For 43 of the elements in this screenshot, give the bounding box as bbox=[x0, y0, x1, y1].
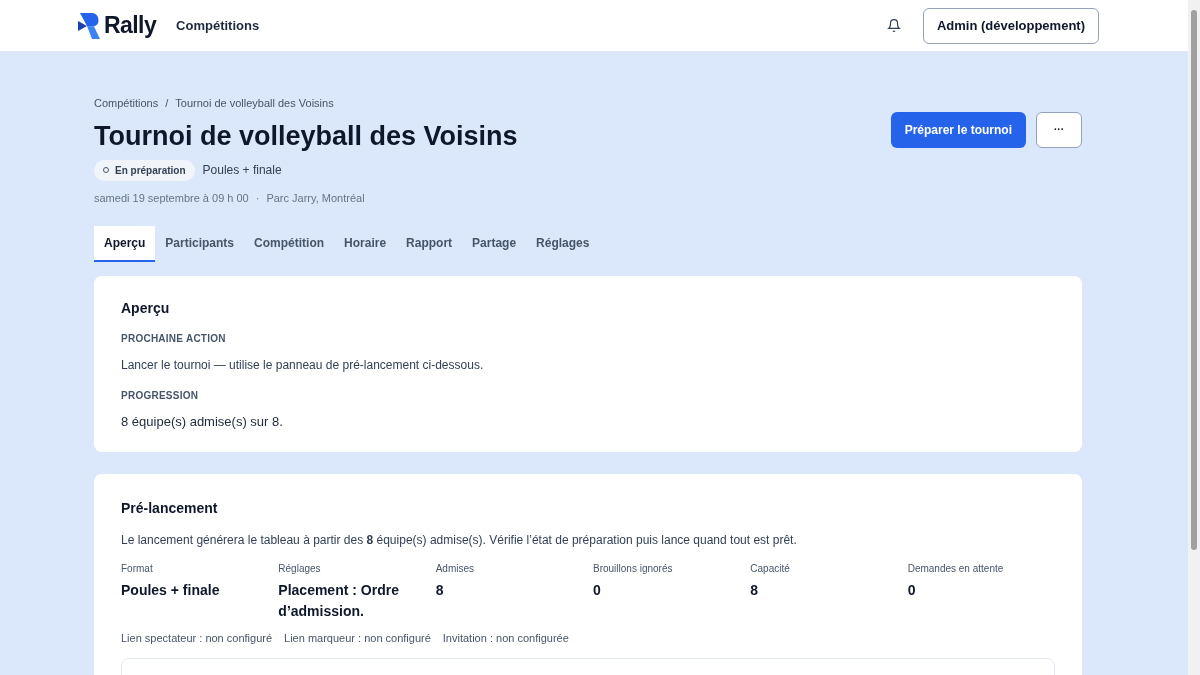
format-label: Poules + finale bbox=[202, 162, 282, 179]
section-label: PROCHAINE ACTION bbox=[121, 332, 227, 346]
page-title: Tournoi de volleyball des Voisins bbox=[94, 119, 519, 153]
meta-separator: · bbox=[255, 190, 260, 206]
tab[interactable]: Aperçu bbox=[94, 226, 156, 262]
breadcrumb-item: Tournoi de volleyball des Voisins bbox=[175, 96, 334, 111]
nav-link[interactable]: Compétitions bbox=[176, 15, 260, 36]
next-action-text: Lancer le tournoi — utilise le panneau de pré-lancement ci-dessous. bbox=[121, 357, 485, 374]
card-title: Aperçu bbox=[121, 299, 171, 318]
account-button[interactable]: Admin (développement) bbox=[922, 7, 1099, 44]
breadcrumb-separator: / bbox=[165, 96, 169, 111]
tab[interactable]: Partage bbox=[462, 226, 527, 262]
section-label: PROGRESSION bbox=[121, 389, 200, 403]
stat-value: 0 bbox=[907, 580, 917, 600]
tab[interactable]: Participants bbox=[155, 226, 245, 262]
event-location: Parc Jarry, Montréal bbox=[266, 190, 365, 206]
tab[interactable]: Rapport bbox=[396, 226, 463, 262]
stat-value: 0 bbox=[593, 580, 602, 600]
tab[interactable]: Horaire bbox=[334, 226, 397, 262]
progress-text: 8 équipe(s) admise(s) sur 8. bbox=[121, 413, 284, 431]
stat-label: Capacité bbox=[750, 561, 791, 576]
stat-value: 8 bbox=[750, 580, 760, 600]
stat-label: Brouillons ignorés bbox=[593, 561, 674, 576]
breadcrumb-item[interactable]: Compétitions bbox=[94, 95, 159, 112]
stat-label: Format bbox=[121, 561, 154, 576]
link-status: Lien spectateur : non configuré bbox=[121, 630, 273, 646]
link-status: Lien marqueur : non configuré bbox=[284, 630, 431, 646]
card-title: Pré-lancement bbox=[121, 498, 219, 518]
stat-value: 8 bbox=[435, 580, 445, 600]
stat-label: Admises bbox=[435, 561, 475, 576]
prepare-button[interactable]: Préparer le tournoi bbox=[890, 111, 1026, 148]
stat-label: Réglages bbox=[278, 561, 322, 576]
status-badge: En préparation bbox=[94, 159, 195, 181]
link-status: Invitation : non configurée bbox=[442, 630, 569, 646]
tab[interactable]: Réglages bbox=[526, 226, 600, 262]
event-date: samedi 19 septembre à 09 h 00 bbox=[94, 190, 249, 206]
stat-label: Demandes en attente bbox=[907, 561, 1005, 576]
more-button[interactable]: ··· bbox=[1036, 111, 1082, 148]
stat-value: Poules + finale bbox=[121, 580, 221, 600]
brand-name: Rally bbox=[104, 11, 157, 41]
stat-value: Placement : Ordre d’admission. bbox=[278, 580, 400, 621]
tab[interactable]: Compétition bbox=[244, 226, 335, 262]
prelaunch-description: Le lancement générera le tableau à partir des 8 équipe(s) admise(s). Vérifie l’état de préparation puis lance quand tout est prêt. bbox=[121, 531, 798, 549]
